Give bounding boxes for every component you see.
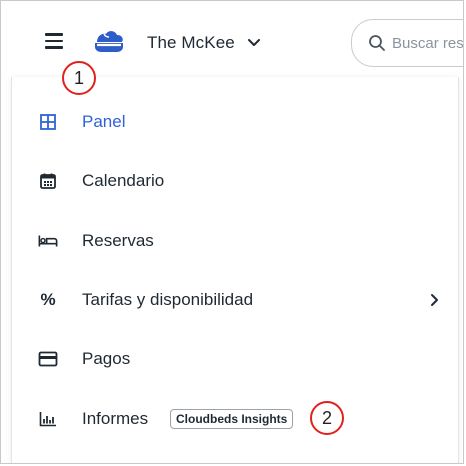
menu-item-label: Panel xyxy=(82,112,126,131)
app-window: The McKee Panel xyxy=(0,0,464,464)
dashboard-grid-icon xyxy=(38,112,58,132)
menu-item-pagos[interactable]: Pagos xyxy=(12,337,458,381)
menu-item-label: Tarifas y disponibilidad xyxy=(82,290,254,309)
menu-item-reservas[interactable]: Reservas xyxy=(12,219,458,263)
callout-marker-1: 1 xyxy=(62,61,96,95)
percent-icon: % xyxy=(40,290,56,309)
bar-chart-icon xyxy=(38,409,58,429)
navigation-menu: Panel Calendario Reservas % Tarifas y di… xyxy=(11,77,459,463)
credit-card-icon xyxy=(38,349,58,369)
search-icon xyxy=(369,35,385,51)
menu-item-informes[interactable]: Informes Cloudbeds Insights xyxy=(12,397,458,441)
menu-item-tarifas[interactable]: % Tarifas y disponibilidad xyxy=(12,278,458,322)
calendar-icon xyxy=(38,171,58,191)
hamburger-menu-icon[interactable] xyxy=(41,29,67,53)
callout-marker-2: 2 xyxy=(310,401,344,435)
search-input[interactable] xyxy=(392,34,463,52)
menu-item-label: Informes xyxy=(82,409,149,428)
chevron-down-icon xyxy=(247,39,260,46)
cloudbeds-logo-icon[interactable] xyxy=(93,29,125,55)
bed-icon xyxy=(38,231,58,251)
menu-item-label: Reservas xyxy=(82,231,154,250)
menu-item-calendario[interactable]: Calendario xyxy=(12,159,458,203)
menu-item-panel[interactable]: Panel xyxy=(12,100,458,144)
search-box[interactable] xyxy=(351,19,463,67)
menu-item-label: Calendario xyxy=(82,171,165,190)
menu-item-label: Pagos xyxy=(82,349,131,368)
property-name: The McKee xyxy=(147,33,235,52)
cloudbeds-insights-badge: Cloudbeds Insights xyxy=(170,409,294,429)
property-selector[interactable]: The McKee xyxy=(147,31,261,55)
chevron-right-icon xyxy=(431,294,438,306)
